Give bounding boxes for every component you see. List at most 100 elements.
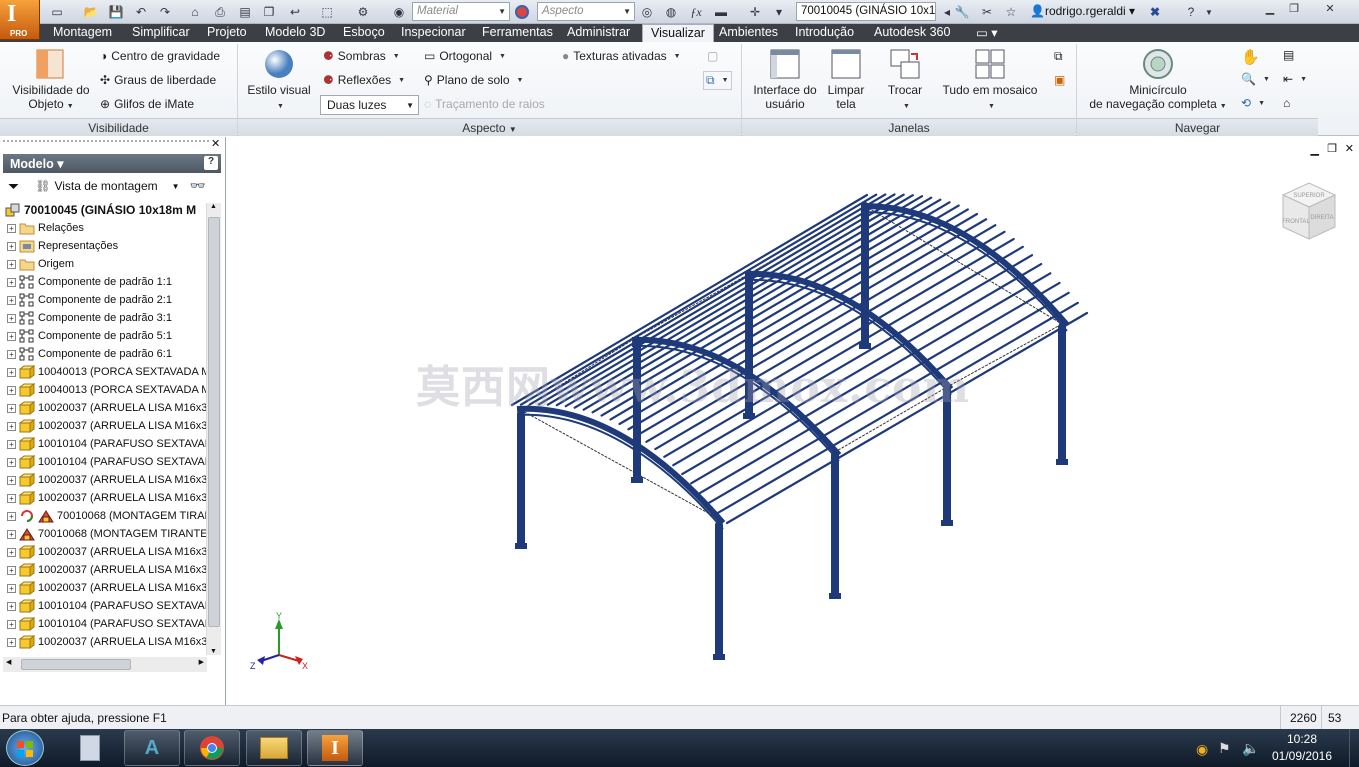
object-visibility-button[interactable]: Visibilidade do Objeto ▼ bbox=[6, 48, 96, 114]
minimize-button[interactable]: ▁ bbox=[1258, 2, 1282, 19]
scroll-left-icon[interactable]: ◀ bbox=[6, 658, 11, 666]
full-navigation-wheel-button[interactable]: Minicírculo de navegação completa ▼ bbox=[1088, 48, 1228, 114]
ground-plane-button[interactable]: ⚲ Plano de solo ▼ bbox=[424, 73, 523, 87]
tree-node[interactable]: +10010104 (PARAFUSO SEXTAVAD bbox=[3, 597, 207, 615]
tree-node[interactable]: + Origem bbox=[3, 255, 207, 273]
switch-window-button[interactable]: Trocar ▼ bbox=[880, 48, 930, 114]
look-at-icon[interactable]: ▤ bbox=[1283, 48, 1294, 62]
expand-icon[interactable]: + bbox=[7, 313, 16, 323]
autocad-civil-taskbar-button[interactable]: A bbox=[124, 730, 180, 766]
application-menu-button[interactable]: I PRO bbox=[0, 0, 40, 40]
grid-snap-icon[interactable]: ✛ bbox=[746, 3, 764, 21]
help-dropdown-icon[interactable]: ▼ bbox=[1200, 3, 1218, 21]
tree-root-node[interactable]: 70010045 (GINÁSIO 10x18m M bbox=[3, 201, 207, 219]
expand-icon[interactable]: + bbox=[7, 259, 16, 269]
shadows-button[interactable]: ⚈ Sombras ▼ bbox=[323, 49, 400, 63]
tree-node[interactable]: +10020037 (ARRUELA LISA M16x3 bbox=[3, 489, 207, 507]
color-wheel-icon[interactable]: ◉ bbox=[390, 3, 408, 21]
tree-node[interactable]: +70010068 (MONTAGEM TIRANT bbox=[3, 507, 207, 525]
section-view-button[interactable]: ⧉ ▼ bbox=[703, 71, 732, 90]
tree-node[interactable]: + Componente de padrão 6:1 bbox=[3, 345, 207, 363]
tab-administrar[interactable]: Administrar bbox=[567, 24, 630, 42]
expand-icon[interactable]: + bbox=[7, 511, 16, 521]
tree-node[interactable]: +10020037 (ARRUELA LISA M16x3 bbox=[3, 543, 207, 561]
expand-icon[interactable]: + bbox=[7, 385, 16, 395]
tab-introducao[interactable]: Introdução bbox=[795, 24, 854, 42]
undo-icon[interactable]: ↶ bbox=[132, 3, 150, 21]
expand-icon[interactable]: + bbox=[7, 421, 16, 431]
expand-icon[interactable]: + bbox=[7, 331, 16, 341]
zoom-icon[interactable]: 🔍 ▼ bbox=[1241, 72, 1270, 86]
copy-icon[interactable]: ❐ bbox=[260, 3, 278, 21]
tab-autodesk-360[interactable]: Autodesk 360 bbox=[874, 24, 950, 42]
find-binoculars-icon[interactable]: 👓 bbox=[190, 178, 206, 194]
expand-icon[interactable]: + bbox=[7, 529, 16, 539]
show-desktop-button[interactable] bbox=[1349, 729, 1359, 767]
orthographic-button[interactable]: ▭ Ortogonal ▼ bbox=[424, 49, 506, 63]
expand-icon[interactable]: + bbox=[7, 439, 16, 449]
speaker-icon[interactable]: 🔈 bbox=[1242, 740, 1259, 757]
ribbon-options-icon[interactable]: ▭ ▾ bbox=[976, 24, 998, 42]
orbit-icon[interactable]: ⟲ ▼ bbox=[1241, 96, 1265, 110]
browser-header[interactable]: Modelo ▾ ? bbox=[3, 154, 221, 173]
pan-hand-icon[interactable]: ✋ bbox=[1241, 48, 1260, 66]
expand-icon[interactable]: + bbox=[7, 547, 16, 557]
scroll-thumb[interactable] bbox=[21, 659, 131, 670]
function-fx-icon[interactable]: ƒx bbox=[687, 3, 705, 21]
tree-node[interactable]: +10040013 (PORCA SEXTAVADA M bbox=[3, 381, 207, 399]
flag-icon[interactable]: ⚑ bbox=[1218, 740, 1231, 757]
scroll-thumb[interactable] bbox=[208, 217, 220, 627]
transparency-icon[interactable]: ▢ bbox=[707, 49, 718, 63]
expand-icon[interactable]: + bbox=[7, 475, 16, 485]
tree-node[interactable]: +10020037 (ARRUELA LISA M16x3 bbox=[3, 633, 207, 651]
reflections-button[interactable]: ⚈ Reflexões ▼ bbox=[323, 73, 405, 87]
tree-node[interactable]: +10020037 (ARRUELA LISA M16x3 bbox=[3, 417, 207, 435]
adjust-appearance-icon[interactable]: ◍ bbox=[662, 3, 680, 21]
clear-appearance-icon[interactable]: ◎ bbox=[638, 3, 656, 21]
qat-dropdown-icon[interactable]: ▾ bbox=[770, 3, 788, 21]
start-button[interactable] bbox=[6, 730, 44, 766]
expand-icon[interactable]: + bbox=[7, 457, 16, 467]
measure-icon[interactable]: ▬ bbox=[712, 3, 730, 21]
textures-on-button[interactable]: ● Texturas ativadas ▼ bbox=[562, 49, 681, 63]
group-aspecto-label[interactable]: Aspecto ▼ bbox=[238, 118, 741, 136]
subscription-icon[interactable]: ✂ bbox=[978, 3, 996, 21]
viewcube[interactable]: SUPERIOR FRONTAL DIREITA bbox=[1277, 177, 1347, 247]
select-icon[interactable]: ⬚ bbox=[318, 3, 336, 21]
print-icon[interactable]: ⎙ bbox=[211, 3, 229, 21]
expand-icon[interactable]: + bbox=[7, 583, 16, 593]
degrees-of-freedom-button[interactable]: ✣ Graus de liberdade bbox=[100, 73, 216, 87]
expand-icon[interactable]: + bbox=[7, 403, 16, 413]
center-of-gravity-button[interactable]: ◑ Centro de gravidade bbox=[100, 49, 220, 63]
view-dropdown-icon[interactable]: ▼ bbox=[172, 182, 180, 191]
expand-icon[interactable]: + bbox=[7, 295, 16, 305]
tab-ferramentas[interactable]: Ferramentas bbox=[482, 24, 553, 42]
home-icon[interactable]: ⌂ bbox=[186, 3, 204, 21]
new-file-icon[interactable]: ▭ bbox=[48, 3, 66, 21]
clean-screen-button[interactable]: Limpar tela bbox=[824, 48, 868, 111]
chrome-taskbar-button[interactable] bbox=[184, 730, 240, 766]
new-window-icon[interactable]: ▣ bbox=[1054, 73, 1065, 87]
tab-modelo-3d[interactable]: Modelo 3D bbox=[265, 24, 325, 42]
tree-node[interactable]: +10020037 (ARRUELA LISA M16x3 bbox=[3, 561, 207, 579]
clock-time[interactable]: 10:28 bbox=[1270, 732, 1334, 746]
tab-visualizar[interactable]: Visualizar bbox=[642, 24, 714, 42]
open-file-icon[interactable]: 📂 bbox=[82, 3, 100, 21]
close-button[interactable]: ✕ bbox=[1318, 2, 1342, 19]
inventor-taskbar-button[interactable]: I bbox=[307, 730, 363, 766]
exchange-icon[interactable]: ✖ bbox=[1146, 3, 1164, 21]
tree-node[interactable]: + Componente de padrão 5:1 bbox=[3, 327, 207, 345]
browser-close-icon[interactable]: ✕ bbox=[211, 137, 220, 150]
tile-all-button[interactable]: Tudo em mosaico ▼ bbox=[938, 48, 1042, 114]
save-icon[interactable]: 💾 bbox=[107, 3, 125, 21]
scroll-up-icon[interactable]: ▲ bbox=[210, 203, 217, 210]
tree-node[interactable]: +10020037 (ARRUELA LISA M16x3 bbox=[3, 399, 207, 417]
tree-node[interactable]: +10010104 (PARAFUSO SEXTAVAD bbox=[3, 453, 207, 471]
update-icon[interactable]: ⚙ bbox=[354, 3, 372, 21]
tab-esboco[interactable]: Esboço bbox=[343, 24, 385, 42]
tree-node[interactable]: + Representações bbox=[3, 237, 207, 255]
tree-node[interactable]: + Componente de padrão 3:1 bbox=[3, 309, 207, 327]
visual-style-button[interactable]: Estilo visual ▼ bbox=[246, 48, 312, 114]
expand-icon[interactable]: + bbox=[7, 223, 16, 233]
tree-node[interactable]: + Relações bbox=[3, 219, 207, 237]
